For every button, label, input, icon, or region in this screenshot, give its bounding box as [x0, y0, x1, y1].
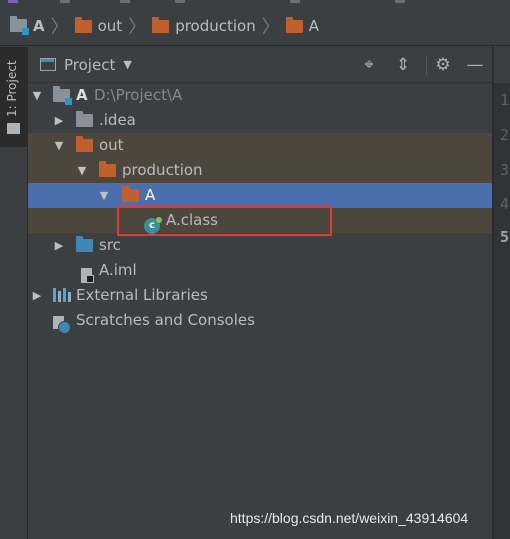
breadcrumb-item-production[interactable]: production — [152, 17, 256, 35]
breadcrumb-item-a[interactable]: A — [285, 16, 319, 35]
tree-node-src[interactable]: ▶ src — [28, 233, 492, 258]
locate-file-icon[interactable]: ⌖ — [359, 55, 379, 75]
tree-node-label: out — [99, 136, 124, 154]
expand-arrow-icon[interactable]: ▼ — [31, 89, 43, 102]
source-folder-icon — [76, 236, 93, 252]
chevron-right-icon: 〉 — [128, 16, 147, 38]
tree-node-label: Scratches and Consoles — [76, 311, 255, 329]
breadcrumb-item-out[interactable]: out — [74, 16, 123, 35]
tree-node-label: A.iml — [99, 261, 137, 279]
breadcrumb-label: out — [97, 16, 123, 35]
tree-node-iml[interactable]: A.iml — [28, 258, 492, 283]
line-number: 1 — [500, 91, 510, 109]
tree-node-label: A — [145, 186, 156, 204]
tree-node-label: A — [76, 86, 88, 104]
module-file-icon — [81, 268, 94, 283]
project-path: D:\Project\A — [94, 86, 183, 104]
editor-gutter — [494, 47, 510, 539]
collapsed-arrow-icon[interactable]: ▶ — [53, 239, 65, 252]
scratches-icon — [53, 316, 71, 334]
expand-arrow-icon[interactable]: ▼ — [53, 139, 65, 152]
collapse-all-icon[interactable]: ⇕ — [393, 55, 413, 75]
watermark-text: https://blog.csdn.net/weixin_43914604 — [230, 510, 469, 526]
chevron-right-icon: 〉 — [261, 16, 280, 38]
breadcrumb-label: production — [175, 16, 256, 35]
tool-window-strip: 1: Project — [0, 47, 28, 539]
breadcrumb-label: A — [33, 16, 45, 35]
folder-icon — [99, 161, 116, 177]
project-tool-window-tab[interactable]: 1: Project — [0, 47, 27, 147]
line-number: 3 — [500, 161, 510, 179]
project-view-icon — [40, 58, 56, 71]
project-panel-header: Project ▼ ⌖ ⇕ ⚙ — — [28, 47, 492, 83]
folder-icon — [7, 123, 20, 134]
library-icon — [53, 288, 71, 302]
line-number: 2 — [500, 126, 510, 144]
tree-node-idea[interactable]: ▶ .idea — [28, 108, 492, 133]
chevron-right-icon: 〉 — [50, 16, 69, 38]
collapsed-arrow-icon[interactable]: ▶ — [31, 289, 43, 302]
folder-icon — [76, 111, 93, 127]
folder-icon — [285, 17, 303, 33]
tree-node-label: External Libraries — [76, 286, 208, 304]
tree-node-label: .idea — [99, 111, 136, 129]
line-number: 4 — [500, 195, 510, 213]
line-number-current: 5 — [500, 228, 510, 246]
folder-icon — [76, 136, 93, 152]
editor-tab-bar — [494, 47, 510, 83]
tree-node-out[interactable]: ▼ out — [28, 133, 492, 158]
annotation-highlight-box — [117, 205, 332, 236]
tree-node-production[interactable]: ▼ production — [28, 158, 492, 183]
tree-node-external-libraries[interactable]: ▶ External Libraries — [28, 283, 492, 308]
project-tree: ▼ A D:\Project\A ▶ .idea ▼ out ▼ product… — [28, 83, 492, 539]
folder-icon — [74, 17, 92, 33]
gear-icon[interactable]: ⚙ — [433, 55, 453, 75]
folder-icon — [122, 186, 139, 202]
breadcrumb: A 〉 out 〉 production 〉 A — [0, 6, 510, 46]
panel-title[interactable]: Project — [64, 56, 115, 74]
tree-node-root[interactable]: ▼ A D:\Project\A — [28, 83, 492, 108]
expand-arrow-icon[interactable]: ▼ — [76, 164, 88, 177]
header-divider — [426, 55, 427, 75]
tree-node-label: src — [99, 236, 121, 254]
tree-node-scratches[interactable]: Scratches and Consoles — [28, 308, 492, 334]
expand-arrow-icon[interactable]: ▼ — [98, 189, 110, 202]
tree-node-label: production — [122, 161, 203, 179]
hide-panel-icon[interactable]: — — [465, 55, 485, 75]
collapsed-arrow-icon[interactable]: ▶ — [53, 114, 65, 127]
folder-icon — [152, 17, 170, 33]
chevron-down-icon[interactable]: ▼ — [123, 58, 131, 71]
tool-window-tab-label: 1: Project — [5, 60, 19, 117]
breadcrumb-label: A — [308, 16, 319, 35]
project-folder-icon — [10, 16, 29, 35]
project-folder-icon — [53, 86, 72, 105]
breadcrumb-item-project[interactable]: A — [10, 16, 45, 35]
